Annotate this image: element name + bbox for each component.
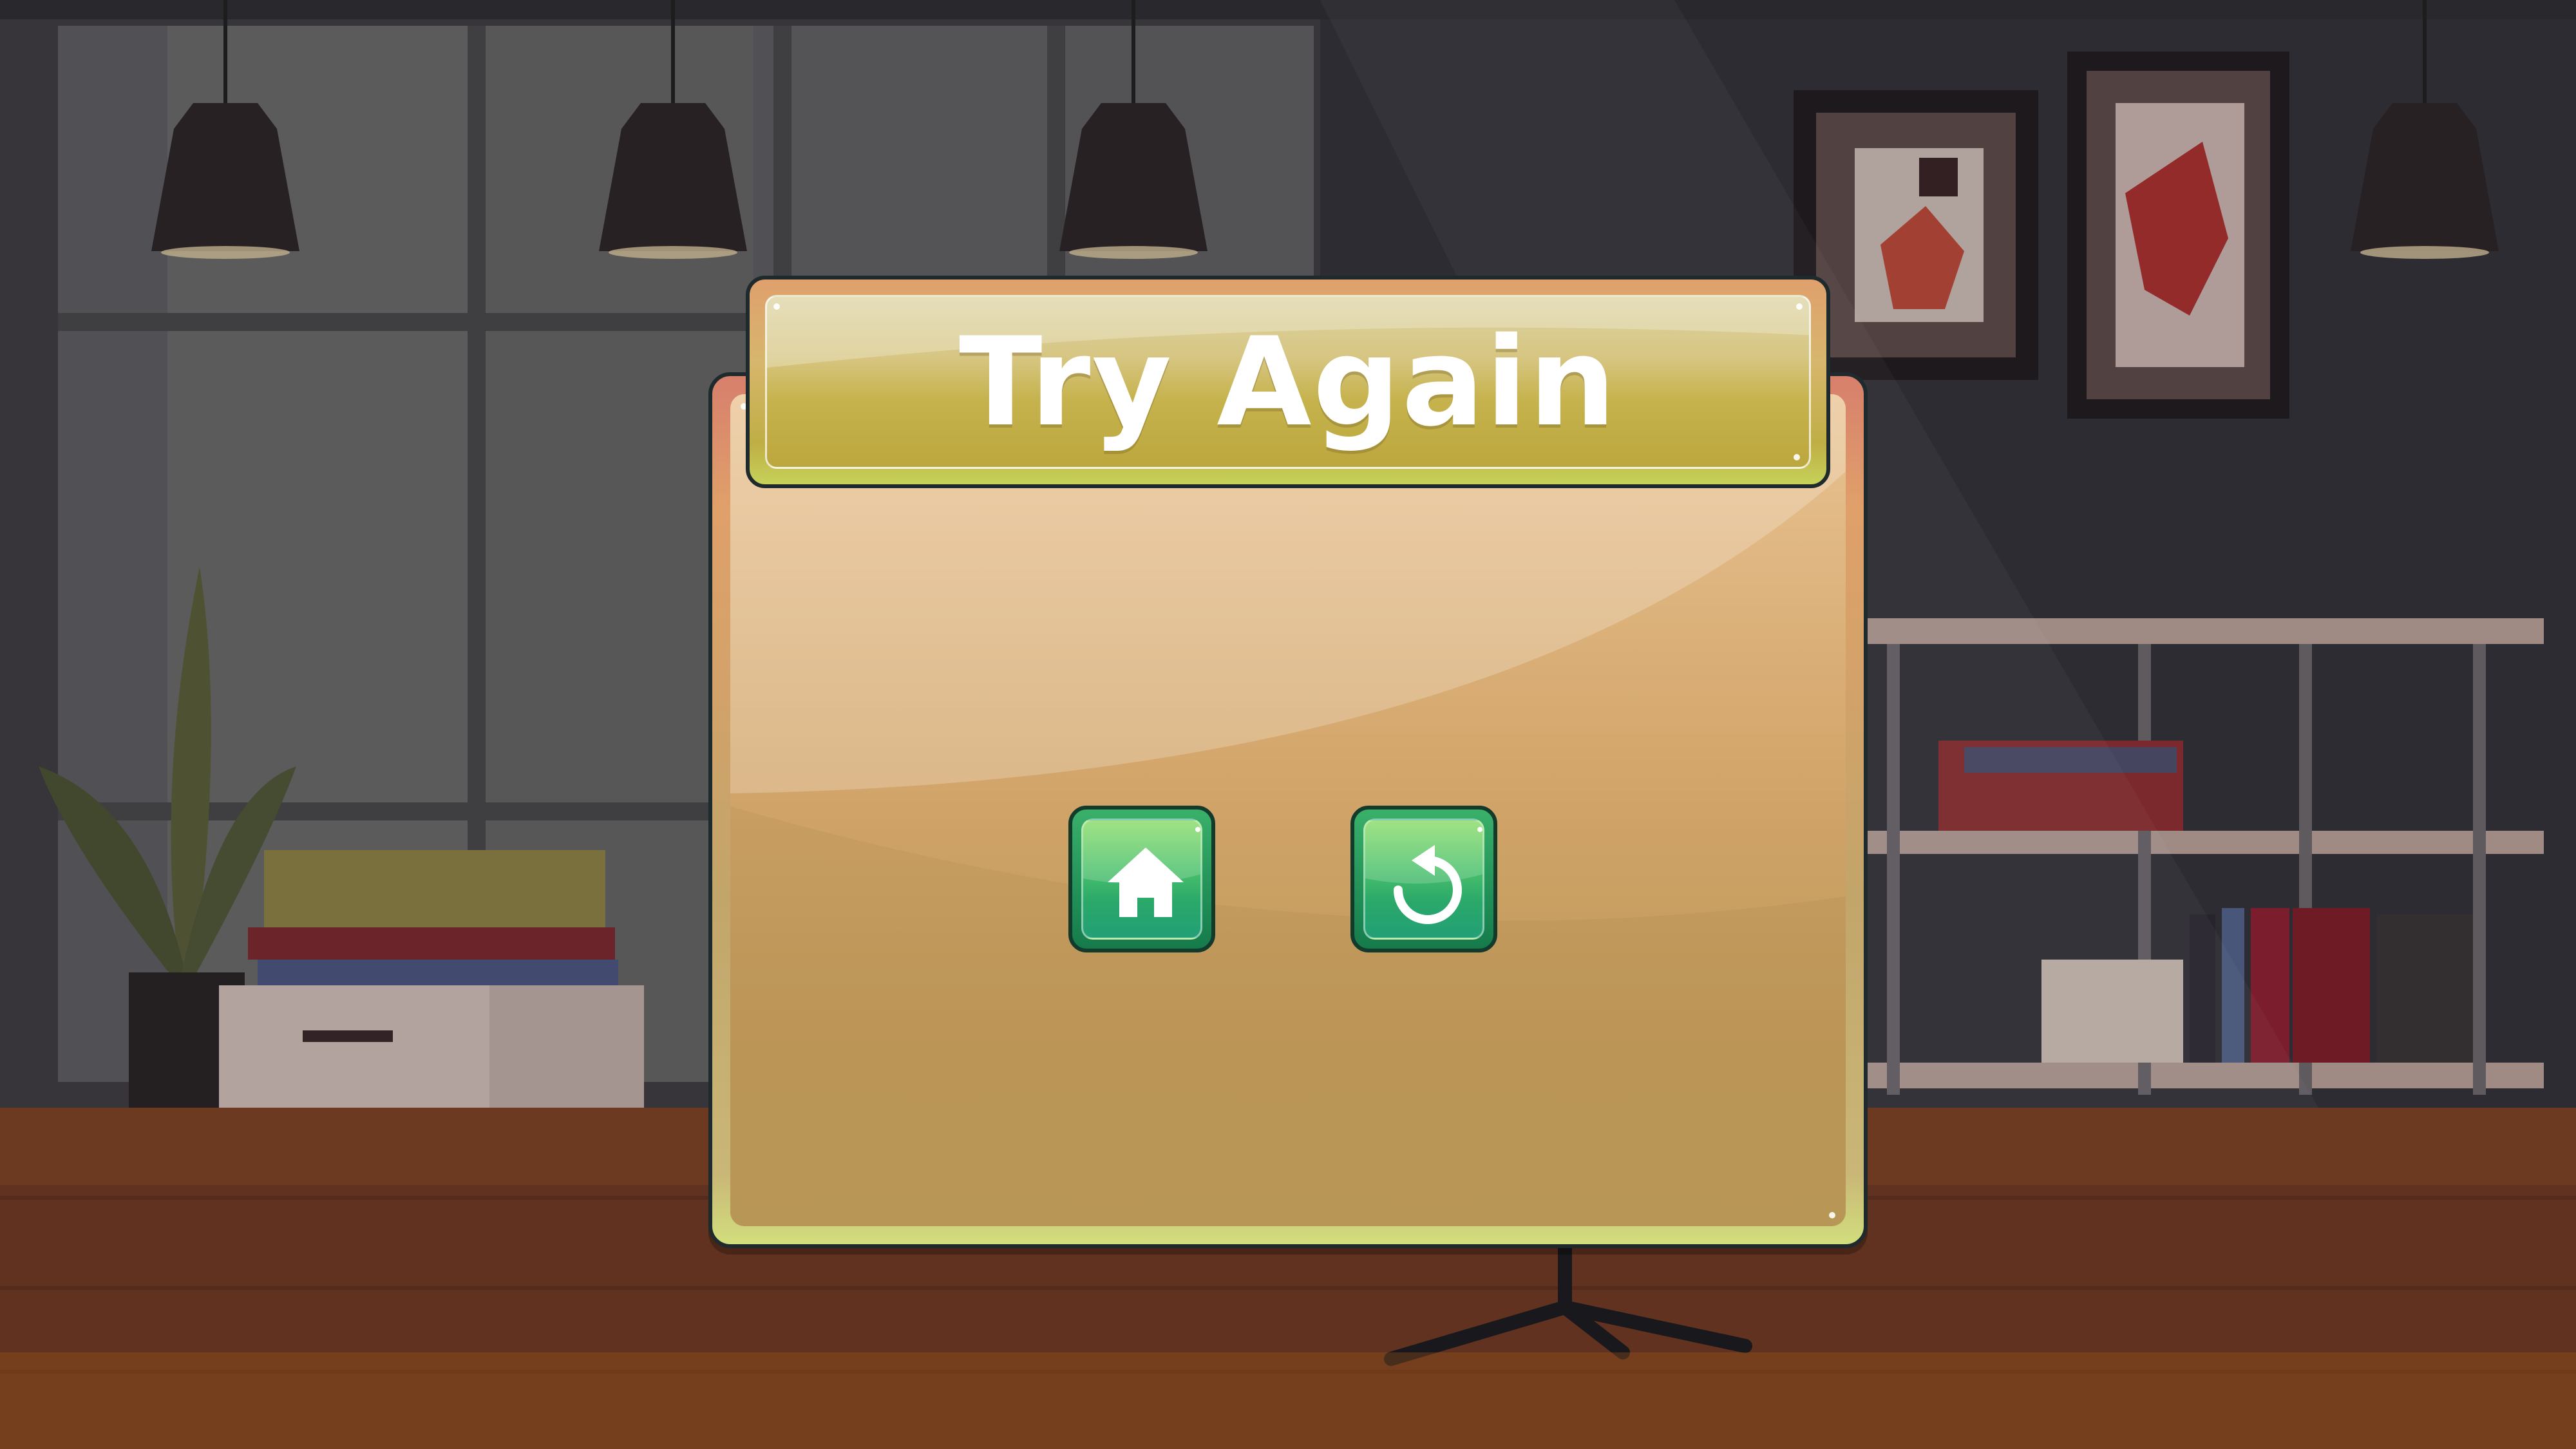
- dialog-panel-body: [730, 394, 1846, 1226]
- dialog-panel: [708, 372, 1868, 1248]
- home-button[interactable]: [1068, 806, 1215, 952]
- try-again-dialog: Try Again: [708, 276, 1868, 1248]
- title-banner: Try Again: [746, 276, 1830, 488]
- restart-button[interactable]: [1350, 806, 1497, 952]
- home-icon: [1083, 820, 1200, 938]
- game-scene: Try Again: [0, 0, 2576, 1449]
- restart-icon: [1365, 820, 1482, 938]
- dialog-title: Try Again: [958, 310, 1618, 453]
